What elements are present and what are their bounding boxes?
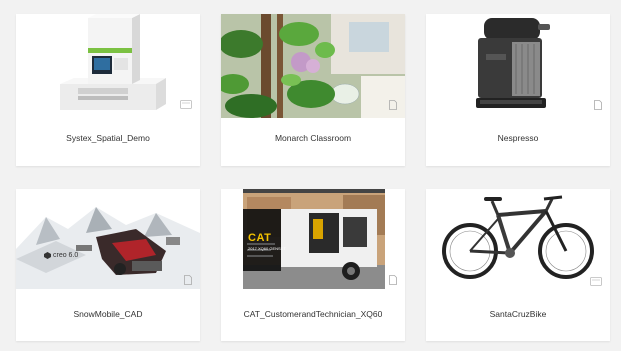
- creo-logo: creo 6.0: [44, 252, 78, 259]
- card-thumbnail: [221, 14, 405, 118]
- card-title: Nespresso: [497, 133, 539, 143]
- document-icon[interactable]: [180, 100, 192, 110]
- experience-card-santacruz-bike[interactable]: SantaCruzBike: [426, 189, 610, 341]
- creo-logo-text: creo 6.0: [53, 252, 79, 259]
- cat-model-label: 2017 XQ60 GENSET: [248, 246, 286, 251]
- card-title: Monarch Classroom: [274, 133, 352, 143]
- experience-card-nespresso[interactable]: Nespresso: [426, 14, 610, 166]
- card-title: SantaCruzBike: [489, 309, 547, 319]
- card-thumbnail: [426, 189, 610, 289]
- card-thumbnail: [16, 189, 200, 289]
- experience-card-monarch-classroom[interactable]: Monarch Classroom: [221, 14, 405, 166]
- card-title: SnowMobile_CAD: [73, 309, 143, 319]
- experience-gallery: Systex_Spatial_Demo Monarch Classroom Ne…: [0, 0, 621, 351]
- experience-card-systex[interactable]: Systex_Spatial_Demo: [16, 14, 200, 166]
- document-icon[interactable]: [389, 100, 397, 110]
- experience-card-snowmobile-cad[interactable]: creo 6.0 SnowMobile_CAD: [16, 189, 200, 341]
- experience-card-cat-xq60[interactable]: CAT 2017 XQ60 GENSET CAT_CustomerandTech…: [221, 189, 405, 341]
- document-icon[interactable]: [389, 275, 397, 285]
- document-icon[interactable]: [594, 100, 602, 110]
- card-thumbnail: [426, 14, 610, 118]
- cat-logo: CAT: [248, 232, 272, 244]
- document-icon[interactable]: [184, 275, 192, 285]
- card-title: Systex_Spatial_Demo: [66, 133, 150, 143]
- card-title: CAT_CustomerandTechnician_XQ60: [243, 309, 383, 319]
- card-thumbnail: [16, 14, 200, 118]
- document-icon[interactable]: [590, 277, 602, 287]
